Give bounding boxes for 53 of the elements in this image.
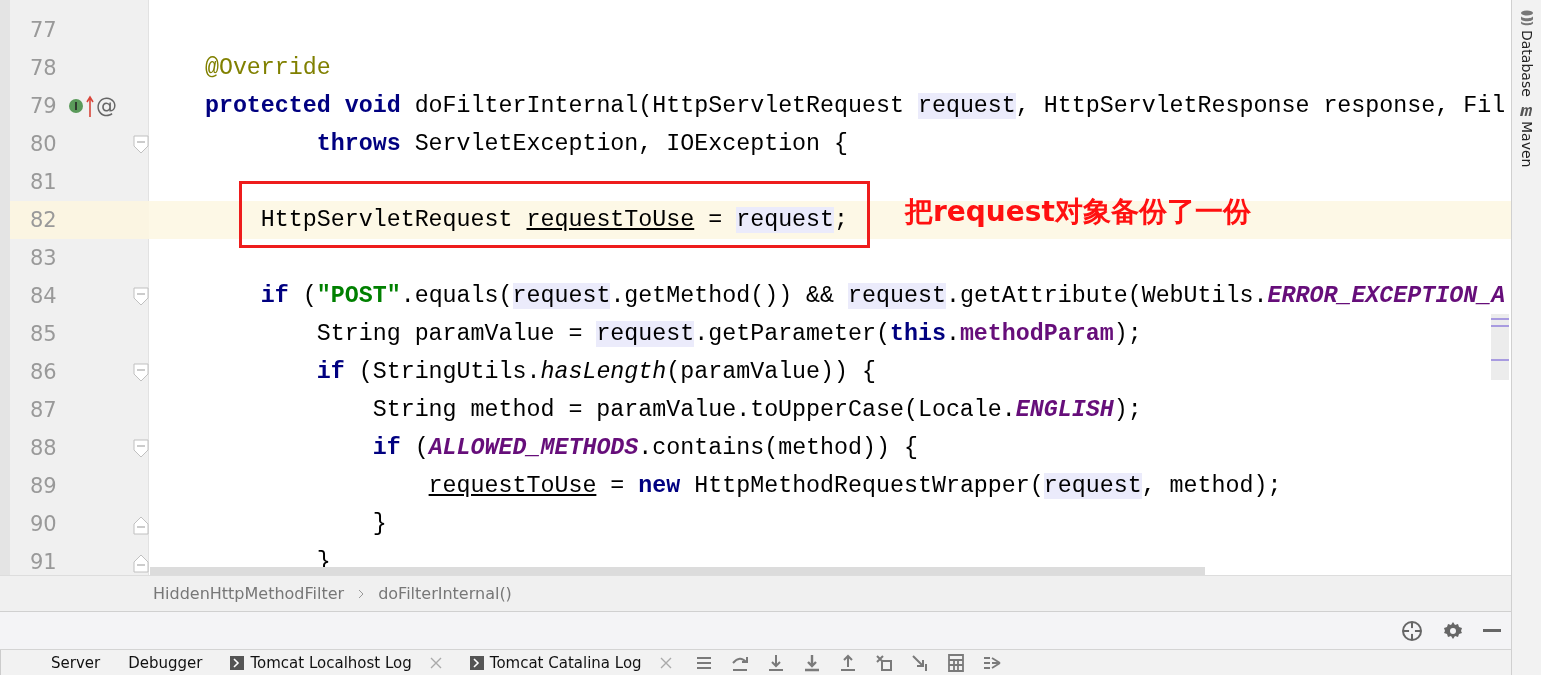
tab[interactable]: Tomcat Localhost Log <box>216 650 456 675</box>
database-icon <box>1519 10 1534 26</box>
maven-m-icon <box>1518 104 1535 117</box>
close-icon[interactable] <box>659 656 672 669</box>
run-to-cursor-icon[interactable] <box>909 652 930 673</box>
line-number: 82 <box>30 208 58 232</box>
code-line: HttpServletRequest requestToUse = request; <box>259 207 849 233</box>
console-icon <box>469 655 484 670</box>
chevron-icon <box>358 588 365 599</box>
line-number: 86 <box>30 360 58 384</box>
horizontal-scrollbar[interactable] <box>150 567 1205 575</box>
settings-icon[interactable] <box>1443 620 1463 641</box>
code-line: protected void doFilterInternal(HttpServletRequest request, HttpServletResponse response, Fil <box>203 93 1506 119</box>
side-tool-button[interactable]: Database <box>1518 30 1535 97</box>
minimize-icon[interactable] <box>1483 628 1501 633</box>
interface-badge-icon[interactable] <box>68 98 84 114</box>
code-line: throws ServletException, IOException { <box>315 131 849 157</box>
code-line: String method = paramValue.toUpperCase(Locale.ENGLISH); <box>371 397 1142 423</box>
code-line: requestToUse = new HttpMethodRequestWrapper(request, method); <box>427 473 1282 499</box>
breadcrumb[interactable]: doFilterInternal() <box>378 584 512 603</box>
code-line: @Override <box>203 55 331 81</box>
crosshair-icon[interactable] <box>1401 619 1423 642</box>
line-number: 83 <box>30 246 58 270</box>
drop-frame-icon[interactable] <box>873 652 894 673</box>
code-line: String paramValue = request.getParameter(this.methodParam); <box>315 321 1142 347</box>
code-line: if (ALLOWED_METHODS.contains(method)) { <box>371 435 918 461</box>
line-number: 80 <box>30 132 58 156</box>
line-number: 81 <box>30 170 58 194</box>
annotation-marker[interactable]: @ <box>96 94 117 118</box>
line-number: 85 <box>30 322 58 346</box>
line-number: 79 <box>30 94 58 118</box>
code-line: if ("POST".equals(request.getMethod()) && request.getAttribute(WebUtils.ERROR_EXCEPTION_A <box>259 283 1506 309</box>
line-number: 90 <box>30 512 58 536</box>
close-icon[interactable] <box>429 656 442 669</box>
scrollbar-markers[interactable] <box>1491 314 1509 380</box>
side-tool-button[interactable]: Maven <box>1518 120 1535 168</box>
tab[interactable]: Debugger <box>114 650 217 675</box>
calculator-icon[interactable] <box>945 652 966 673</box>
line-number: 87 <box>30 398 58 422</box>
tab[interactable]: Tomcat Catalina Log <box>455 650 686 675</box>
code-line: } <box>371 511 387 537</box>
tab[interactable]: Server <box>37 650 115 675</box>
line-number: 89 <box>30 474 58 498</box>
line-number: 78 <box>30 56 58 80</box>
code-line: if (StringUtils.hasLength(paramValue)) { <box>315 359 876 385</box>
breadcrumb[interactable]: HiddenHttpMethodFilter <box>153 584 345 603</box>
line-number: 77 <box>30 18 58 42</box>
arrow-up-icon[interactable] <box>86 95 94 117</box>
line-number: 91 <box>30 550 58 574</box>
console-icon <box>230 655 245 670</box>
annotation-note: 把request对象备份了一份 <box>905 194 1251 230</box>
line-number: 88 <box>30 436 58 460</box>
line-number: 84 <box>30 284 58 308</box>
